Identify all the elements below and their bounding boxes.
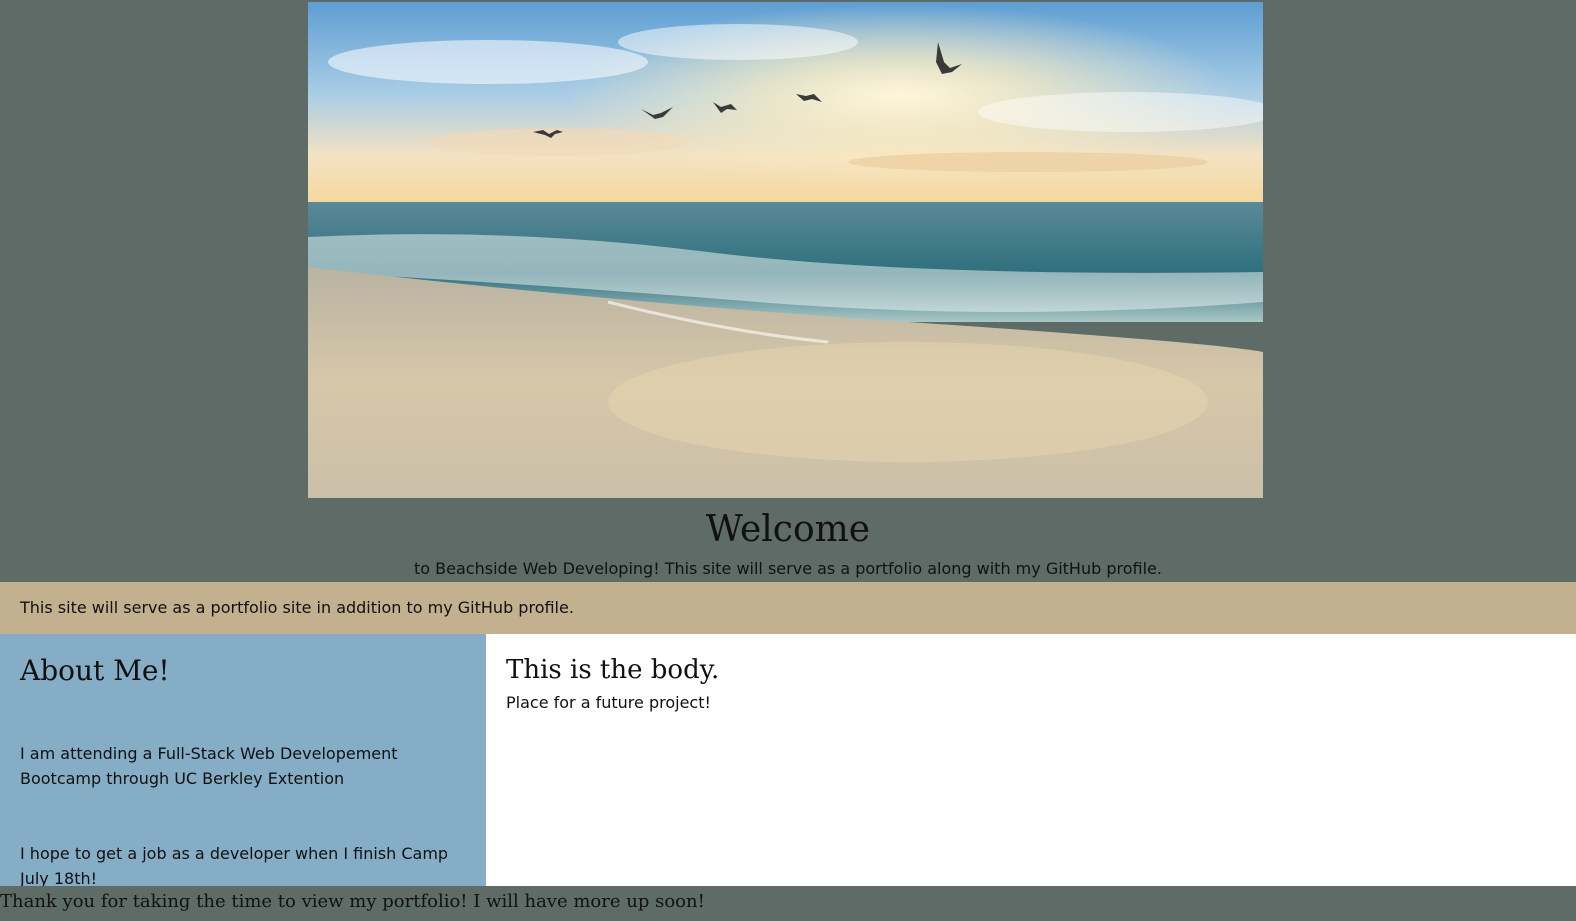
future-project-placeholder: Place for a future project!	[506, 693, 711, 712]
banner-text: This site will serve as a portfolio site…	[20, 598, 574, 617]
hero-image	[308, 2, 1263, 498]
body-heading: This is the body.	[506, 655, 720, 685]
beach-photo	[308, 2, 1263, 498]
about-me-bootcamp-text: I am attending a Full-Stack Web Develope…	[20, 744, 398, 788]
welcome-tagline: to Beachside Web Developing! This site w…	[414, 559, 1162, 578]
main-content: This is the body. Place for a future pro…	[486, 634, 1576, 886]
about-me-sidebar: About Me! I am attending a Full-Stack We…	[0, 634, 486, 888]
footer-text: Thank you for taking the time to view my…	[0, 891, 705, 912]
about-me-heading: About Me!	[20, 654, 170, 687]
page-title: Welcome	[705, 509, 871, 550]
footer: Thank you for taking the time to view my…	[0, 886, 1576, 921]
about-me-goal-text: I hope to get a job as a developer when …	[20, 844, 449, 888]
intro-banner: This site will serve as a portfolio site…	[0, 582, 1576, 634]
